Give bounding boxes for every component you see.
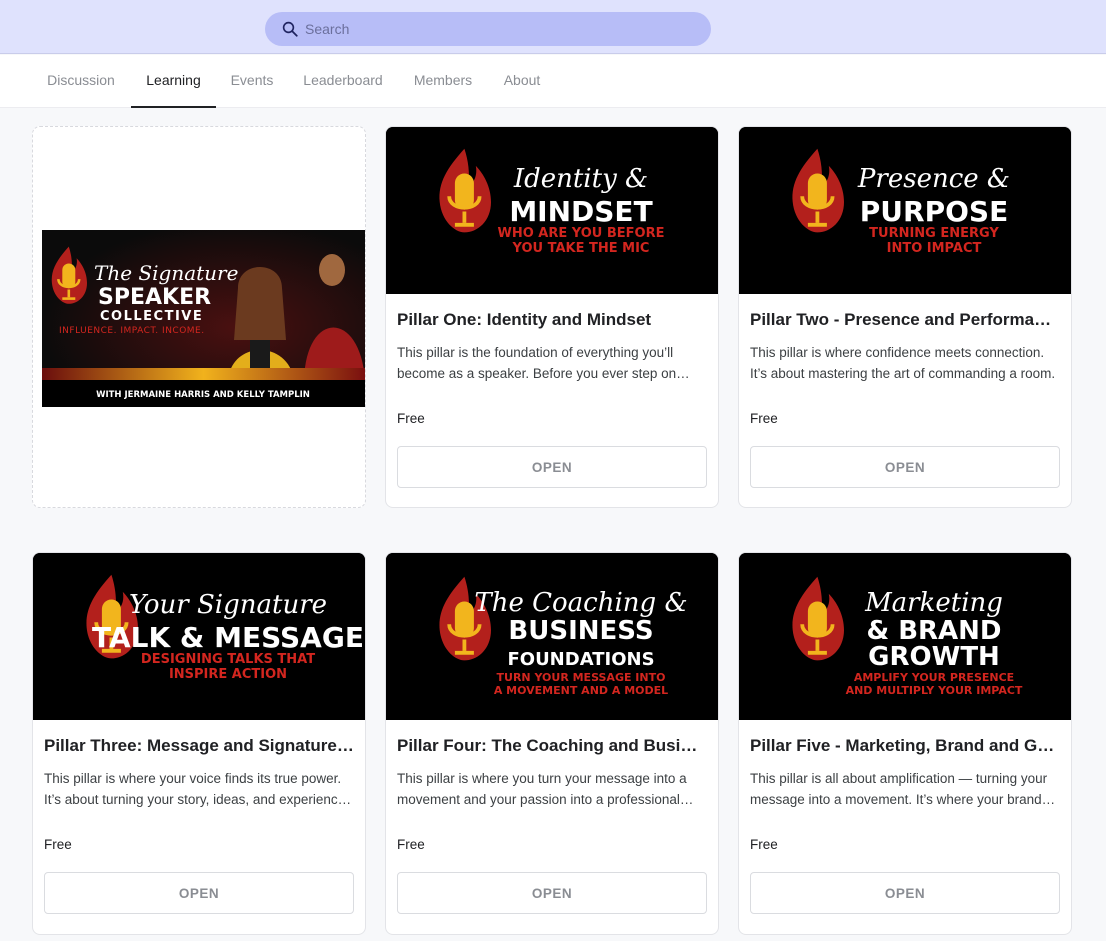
top-bar xyxy=(0,0,1106,54)
banner-script-text: Your Signature xyxy=(129,590,327,620)
banner-title-text: MINDSET xyxy=(509,195,652,228)
banner-script-text: The Coaching & xyxy=(474,588,687,618)
search-icon xyxy=(282,21,298,37)
banner-title-text: PURPOSE xyxy=(860,195,1008,228)
tab-leaderboard[interactable]: Leaderboard xyxy=(291,55,395,108)
tab-events[interactable]: Events xyxy=(218,55,286,108)
banner-title-text-2: FOUNDATIONS xyxy=(507,649,654,670)
banner-script-text: Identity & xyxy=(513,164,648,194)
banner-script-text: Marketing xyxy=(864,588,1003,618)
banner-subtitle-2: YOU TAKE THE MIC xyxy=(512,241,650,256)
promo-script-text: The Signature xyxy=(94,261,238,285)
tab-learning[interactable]: Learning xyxy=(131,55,216,108)
banner-artwork: Marketing& BRANDGROWTHAMPLIFY YOUR PRESE… xyxy=(739,553,1071,720)
course-banner: The Coaching & BUSINESS FOUNDATIONS TURN YO… xyxy=(386,553,718,720)
promo-tagline: INFLUENCE. IMPACT. INCOME. xyxy=(59,326,205,336)
banner-artwork: Presence &PURPOSETURNING ENERGYINTO IMPA… xyxy=(739,127,1071,294)
promo-word1: SPEAKER xyxy=(98,285,211,310)
course-price: Free xyxy=(750,411,778,426)
course-banner: Presence & PURPOSE TURNING ENERGY INTO IMPA… xyxy=(739,127,1071,294)
open-course-button[interactable]: OPEN xyxy=(750,446,1060,488)
promo-banner: The Signature SPEAKER COLLECTIVE INFLUEN… xyxy=(42,230,365,407)
open-course-button[interactable]: OPEN xyxy=(44,872,354,914)
open-course-button[interactable]: OPEN xyxy=(750,872,1060,914)
open-course-button[interactable]: OPEN xyxy=(397,446,707,488)
banner-title-text: TALK & MESSAGE xyxy=(92,621,364,654)
promo-artwork: The Signature SPEAKER COLLECTIVE INFLUEN… xyxy=(42,230,365,407)
banner-subtitle-1: WHO ARE YOU BEFORE xyxy=(498,226,665,241)
banner-subtitle-1: TURNING ENERGY xyxy=(869,226,999,241)
course-card[interactable]: Identity & MINDSET WHO ARE YOU BEFORE YOU T… xyxy=(385,126,719,508)
promo-word2: COLLECTIVE xyxy=(100,309,203,324)
banner-subtitle-1: DESIGNING TALKS THAT xyxy=(141,652,315,667)
banner-subtitle-2: INSPIRE ACTION xyxy=(169,667,287,682)
course-description: This pillar is where you turn your messa… xyxy=(397,771,687,807)
course-description: This pillar is where your voice finds it… xyxy=(44,771,346,807)
course-price: Free xyxy=(44,837,72,852)
banner-artwork: The Coaching &BUSINESS FOUNDATIONSTURN YO… xyxy=(386,553,718,720)
community-promo-card: The Signature SPEAKER COLLECTIVE INFLUEN… xyxy=(32,126,366,508)
banner-subtitle-2: INTO IMPACT xyxy=(887,241,982,256)
course-title[interactable]: Pillar Two - Presence and Performance xyxy=(750,310,1060,330)
search-bar[interactable] xyxy=(265,12,711,46)
banner-subtitle-1: AMPLIFY YOUR PRESENCE xyxy=(854,671,1014,684)
course-title[interactable]: Pillar Three: Message and Signature Talk xyxy=(44,736,354,756)
course-description: This pillar is where confidence meets co… xyxy=(750,345,1056,381)
banner-title-text: BUSINESS xyxy=(508,616,653,646)
banner-subtitle-2: AND MULTIPLY YOUR IMPACT xyxy=(846,684,1023,697)
course-card[interactable]: The Coaching & BUSINESS FOUNDATIONS TURN YO… xyxy=(385,552,719,935)
tab-about[interactable]: About xyxy=(492,55,552,108)
tab-discussion[interactable]: Discussion xyxy=(32,55,130,108)
banner-artwork: Identity &MINDSETWHO ARE YOU BEFOREYOU T… xyxy=(386,127,718,294)
course-price: Free xyxy=(397,411,425,426)
tab-members[interactable]: Members xyxy=(400,55,486,108)
course-price: Free xyxy=(397,837,425,852)
open-course-button[interactable]: OPEN xyxy=(397,872,707,914)
course-title[interactable]: Pillar Five - Marketing, Brand and Growt… xyxy=(750,736,1060,756)
course-price: Free xyxy=(750,837,778,852)
banner-artwork: Your SignatureTALK & MESSAGEDESIGNING TA… xyxy=(33,553,365,720)
banner-title-text-2: GROWTH xyxy=(868,642,1000,672)
banner-subtitle-1: TURN YOUR MESSAGE INTO xyxy=(497,671,666,684)
course-description: This pillar is all about amplification —… xyxy=(750,771,1048,807)
tab-bar: Discussion Learning Events Leaderboard M… xyxy=(0,55,1106,108)
course-banner: Your Signature TALK & MESSAGE DESIGNING TA… xyxy=(33,553,365,720)
course-description: This pillar is the foundation of everyth… xyxy=(397,345,677,381)
course-card[interactable]: Presence & PURPOSE TURNING ENERGY INTO IMPA… xyxy=(738,126,1072,508)
course-title[interactable]: Pillar One: Identity and Mindset xyxy=(397,310,707,330)
banner-script-text: Presence & xyxy=(857,164,1010,194)
course-title[interactable]: Pillar Four: The Coaching and Business F… xyxy=(397,736,707,756)
course-card[interactable]: Your Signature TALK & MESSAGE DESIGNING TA… xyxy=(32,552,366,935)
promo-byline: WITH JERMAINE HARRIS AND KELLY TAMPLIN xyxy=(96,390,310,400)
banner-subtitle-2: A MOVEMENT AND A MODEL xyxy=(494,684,668,697)
course-card[interactable]: Marketing & BRAND GROWTH AMPLIFY YOUR PRESE… xyxy=(738,552,1072,935)
course-banner: Marketing & BRAND GROWTH AMPLIFY YOUR PRESE… xyxy=(739,553,1071,720)
search-input[interactable] xyxy=(305,21,685,37)
course-banner: Identity & MINDSET WHO ARE YOU BEFORE YOU T… xyxy=(386,127,718,294)
